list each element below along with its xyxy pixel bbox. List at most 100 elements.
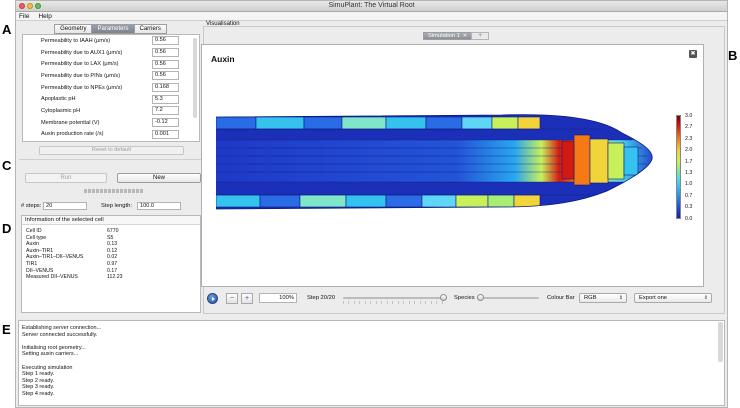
zoom-out-icon[interactable]: − xyxy=(226,293,238,304)
figure-label-e: E xyxy=(2,322,11,337)
console-line: Initialising root geometry... xyxy=(22,344,86,351)
legend-tick: 1.0 xyxy=(685,181,693,188)
figure-label-d: D xyxy=(2,221,12,236)
menu-file[interactable]: File xyxy=(19,13,29,20)
cell-info-row: Auxin–TIR1–DII–VENUS 0.02 xyxy=(22,254,200,261)
legend-tick: 3.0 xyxy=(685,113,693,119)
legend-tick: 0.7 xyxy=(685,192,693,199)
step-slider[interactable] xyxy=(343,297,443,299)
tab-simulation-label: Simulation 1 xyxy=(428,33,460,39)
legend-colour-bar xyxy=(676,115,681,219)
colour-bar-value: RGB xyxy=(584,295,597,301)
param-label: Membrane potential (V) xyxy=(41,119,100,126)
param-input[interactable]: 5.3 xyxy=(152,94,179,104)
cell-info-row: Auxin 0.13 xyxy=(22,241,200,248)
param-row: Permeability due to AUX1 (μm/s) 0.56 xyxy=(23,47,199,59)
console-line: Establishing server connection... xyxy=(22,325,102,331)
param-input[interactable]: 0.56 xyxy=(152,71,179,81)
colour-bar-label: Colour Bar xyxy=(547,295,575,301)
add-tab-button[interactable]: + xyxy=(471,32,490,40)
console-log[interactable]: Establishing server connection... Server… xyxy=(18,320,725,406)
cell-info-row: Cell ID 6770 xyxy=(22,228,200,235)
export-value: Export one xyxy=(639,295,668,301)
step-length-input[interactable]: 100.0 xyxy=(137,202,181,210)
cell-info-row: Auxin–TIR1 0.12 xyxy=(22,248,200,255)
tab-carriers[interactable]: Carriers xyxy=(133,24,167,34)
param-input[interactable]: -0.12 xyxy=(152,118,179,128)
param-row: Permeability due to NPEs (μm/s) 0.168 xyxy=(23,82,199,94)
cell-info-panel: Information of the selected cell Cell ID… xyxy=(21,215,201,313)
cell-info-row: Cell type S5 xyxy=(22,235,200,242)
console-scrollbar[interactable] xyxy=(718,322,723,362)
close-tab-icon[interactable]: ✕ xyxy=(463,33,467,39)
figure-label-b: B xyxy=(728,48,738,63)
steps-label: # steps: xyxy=(21,203,42,209)
console-line: Step 2 ready. xyxy=(22,377,55,384)
parameters-scrollbar[interactable] xyxy=(193,38,197,118)
cell-info-key: Cell type xyxy=(26,234,47,241)
progress-indicator xyxy=(84,189,143,193)
param-label: Auxin production rate (/s) xyxy=(41,131,104,138)
tab-geometry[interactable]: Geometry xyxy=(54,24,93,34)
step-slider-thumb[interactable] xyxy=(439,294,447,301)
param-label: Apoplastic pH xyxy=(41,96,76,103)
root-visualisation[interactable] xyxy=(202,45,705,288)
play-icon[interactable] xyxy=(207,293,218,304)
param-input[interactable]: 0.56 xyxy=(152,48,179,58)
colour-bar-select[interactable]: RGB ⇕ xyxy=(579,293,627,303)
cell-info-key: Cell ID xyxy=(26,228,42,234)
legend-tick: 1.7 xyxy=(685,158,693,165)
cell-info-row: DII–VENUS 0.17 xyxy=(22,268,200,275)
zoom-in-icon[interactable]: + xyxy=(241,293,253,304)
tab-simulation-1[interactable]: Simulation 1 ✕ xyxy=(423,32,473,40)
param-input[interactable]: 0.168 xyxy=(152,83,179,93)
legend-tick: 1.3 xyxy=(685,170,693,176)
param-label: Permeability due to LAX (μm/s) xyxy=(41,61,119,68)
divider xyxy=(19,159,203,160)
cell-info-value: 6770 xyxy=(107,228,119,234)
parameters-list: Permeability to IAAH (μm/s) 0.56 Permeabi… xyxy=(22,34,200,142)
run-button[interactable]: Run xyxy=(25,173,107,183)
close-canvas-icon[interactable]: ✖ xyxy=(689,50,697,58)
zoom-input[interactable]: 100% xyxy=(259,293,297,303)
param-input[interactable]: 7.2 xyxy=(152,106,179,116)
species-slider-thumb[interactable] xyxy=(476,294,484,301)
param-input[interactable]: 0.001 xyxy=(152,129,179,139)
steps-row: # steps: 20 Step length: 100.0 xyxy=(21,202,201,211)
legend-tick: 2.7 xyxy=(685,124,693,131)
param-row: Cytoplasmic pH 7.2 xyxy=(23,105,199,117)
simulation-tabs: Simulation 1 ✕ + xyxy=(423,32,490,40)
menu-bar: File Help xyxy=(16,12,727,21)
title-bar: SimuPlant: The Virtual Root xyxy=(16,1,727,12)
steps-input[interactable]: 20 xyxy=(43,202,87,210)
param-row: Membrane potential (V) -0.12 xyxy=(23,117,199,129)
cell-info-value: 112.23 xyxy=(107,274,123,281)
figure-label-a: A xyxy=(2,22,12,37)
cell-info-header: Information of the selected cell xyxy=(22,216,200,225)
param-row: Apoplastic pH 5.3 xyxy=(23,93,199,105)
param-input[interactable]: 0.56 xyxy=(152,36,179,46)
cell-info-key: Auxin–TIR1 xyxy=(26,247,54,254)
figure-label-c: C xyxy=(2,158,12,173)
step-length-label: Step length: xyxy=(101,203,132,209)
param-label: Permeability to IAAH (μm/s) xyxy=(41,37,111,44)
species-slider[interactable] xyxy=(477,297,539,299)
cell-info-key: Auxin xyxy=(26,241,39,248)
left-panel: Geometry Parameters Carriers Permeabilit… xyxy=(19,22,203,315)
legend-tick: 0.0 xyxy=(685,215,693,222)
export-select[interactable]: Export one ⇕ xyxy=(634,293,712,303)
step-slider-ticks xyxy=(343,301,443,304)
console-line: Executing simulation xyxy=(22,364,73,371)
tab-parameters[interactable]: Parameters xyxy=(91,24,135,34)
menu-help[interactable]: Help xyxy=(38,13,51,20)
console-line: Step 3 ready. xyxy=(22,384,55,391)
cell-info-value: 0.97 xyxy=(107,260,118,267)
reset-default-button[interactable]: Reset to default xyxy=(39,146,184,155)
auxin-canvas[interactable]: Auxin ✖ 3.0 2.7 2.3 2.0 1.7 1.3 1.0 0.7 … xyxy=(201,44,704,287)
param-label: Permeability due to NPEs (μm/s) xyxy=(41,84,123,91)
param-input[interactable]: 0.56 xyxy=(152,59,179,69)
new-button[interactable]: New xyxy=(117,173,201,183)
colour-legend: 3.0 2.7 2.3 2.0 1.7 1.3 1.0 0.7 0.3 0.0 xyxy=(676,113,706,225)
canvas-title: Auxin xyxy=(211,54,235,64)
